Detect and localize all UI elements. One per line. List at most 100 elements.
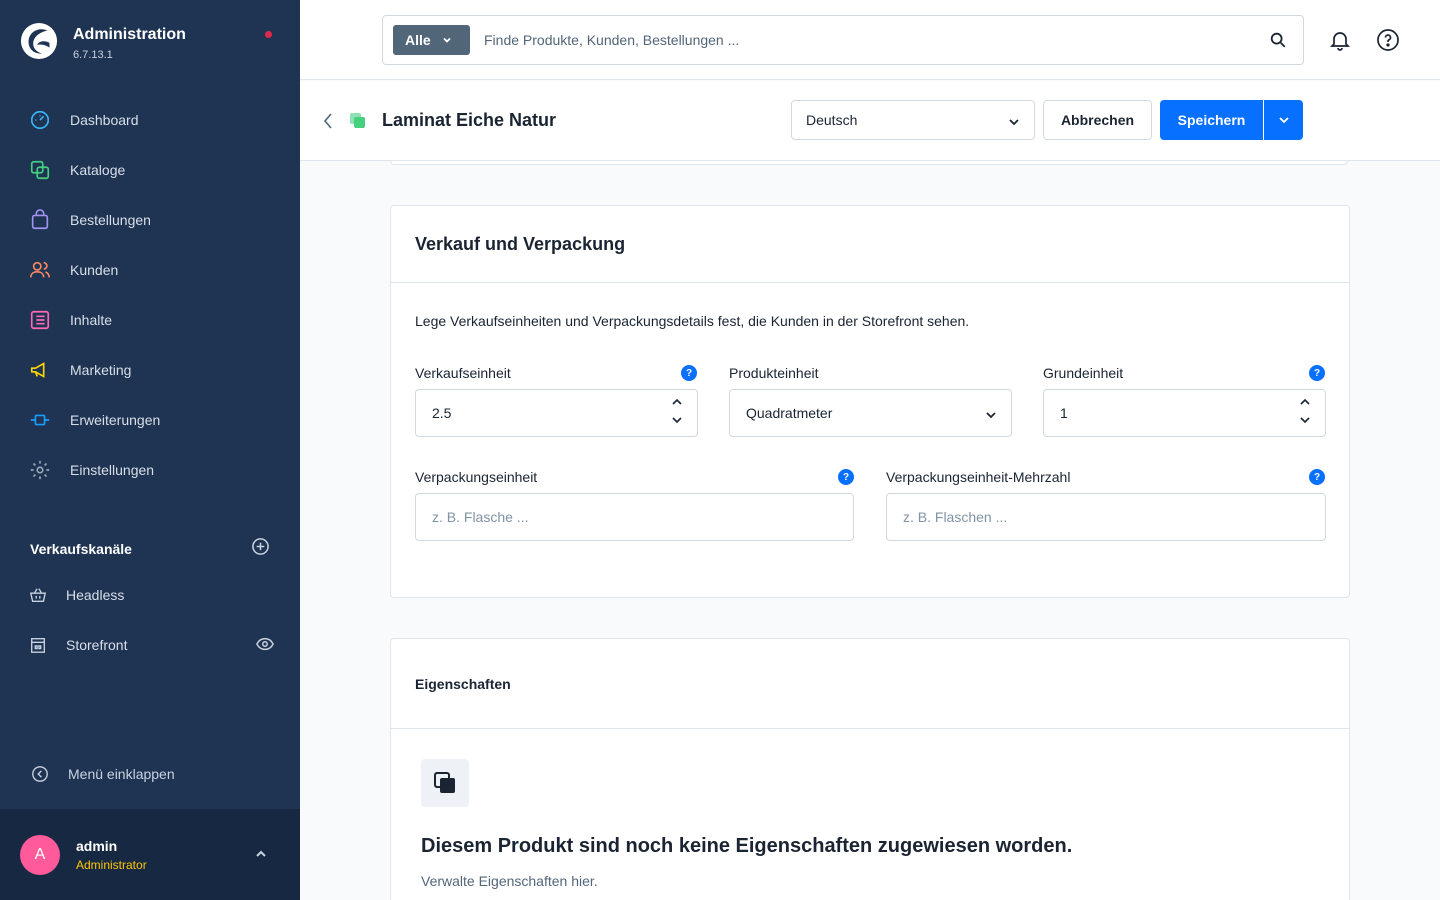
collapse-menu-label: Menü einklappen bbox=[68, 766, 175, 782]
nav-item-orders[interactable]: Bestellungen bbox=[0, 195, 300, 245]
nav-label: Bestellungen bbox=[70, 212, 151, 228]
collapse-menu-button[interactable]: Menü einklappen bbox=[30, 764, 175, 784]
add-sales-channel-icon[interactable] bbox=[251, 537, 270, 561]
user-role: Administrator bbox=[76, 857, 147, 872]
help-icon[interactable]: ? bbox=[1309, 365, 1325, 381]
admin-sidebar: Administration 6.7.13.1 Dashboard Katalo… bbox=[0, 0, 300, 900]
back-icon[interactable] bbox=[322, 112, 334, 135]
purchase-unit-value: 2.5 bbox=[432, 405, 452, 421]
save-button[interactable]: Speichern bbox=[1160, 100, 1263, 140]
card-title: Eigenschaften bbox=[415, 675, 511, 692]
megaphone-icon bbox=[28, 358, 52, 382]
nav-label: Kataloge bbox=[70, 162, 126, 178]
pack-unit-placeholder: z. B. Flasche ... bbox=[432, 509, 529, 525]
packaging-card: Verkauf und Verpackung Lege Verkaufseinh… bbox=[390, 205, 1350, 598]
nav-item-extensions[interactable]: Erweiterungen bbox=[0, 395, 300, 445]
content-icon bbox=[28, 308, 52, 332]
shopping-bag-icon bbox=[28, 208, 52, 232]
pack-unit-label: Verpackungseinheit bbox=[415, 469, 538, 485]
nav-item-customers[interactable]: Kunden bbox=[0, 245, 300, 295]
card-header: Verkauf und Verpackung bbox=[391, 206, 1349, 283]
gauge-icon bbox=[28, 108, 52, 132]
search-icon[interactable] bbox=[1269, 31, 1287, 54]
number-stepper[interactable] bbox=[671, 396, 683, 426]
brand-title: Administration bbox=[73, 26, 186, 43]
sales-channel-storefront[interactable]: Storefront bbox=[28, 633, 274, 657]
search-type-select[interactable]: Alle bbox=[393, 25, 470, 55]
pack-unit-plural-label: Verpackungseinheit-Mehrzahl bbox=[886, 469, 1071, 485]
main-nav: Dashboard Kataloge Bestellungen Kunden I… bbox=[0, 95, 300, 495]
nav-label: Inhalte bbox=[70, 312, 113, 328]
chevron-up-icon[interactable] bbox=[254, 847, 268, 866]
help-icon[interactable] bbox=[1376, 28, 1400, 57]
user-menu[interactable]: A admin Administrator bbox=[0, 809, 300, 900]
nav-item-content[interactable]: Inhalte bbox=[0, 295, 300, 345]
plug-icon bbox=[28, 408, 52, 432]
search-input[interactable] bbox=[484, 32, 1244, 48]
empty-state-subtitle: Verwalte Eigenschaften hier. bbox=[421, 873, 598, 889]
chevron-down-icon bbox=[1278, 117, 1289, 124]
product-icon bbox=[348, 111, 368, 136]
language-value: Deutsch bbox=[806, 112, 858, 128]
brand-version: 6.7.13.1 bbox=[73, 49, 113, 61]
reference-unit-value: 1 bbox=[1060, 405, 1068, 421]
nav-label: Dashboard bbox=[70, 112, 139, 128]
help-icon[interactable]: ? bbox=[838, 469, 854, 485]
sales-channel-label: Headless bbox=[66, 587, 125, 603]
chevron-up-icon[interactable] bbox=[1299, 396, 1311, 408]
sales-channel-headless[interactable]: Headless bbox=[28, 583, 274, 607]
brand[interactable]: Administration 6.7.13.1 bbox=[20, 22, 186, 61]
card-description: Lege Verkaufseinheiten und Verpackungsde… bbox=[415, 313, 970, 329]
sales-channels-title: Verkaufskanäle bbox=[30, 541, 132, 557]
product-unit-value: Quadratmeter bbox=[746, 405, 833, 421]
notification-dot bbox=[265, 31, 272, 38]
global-search: Alle bbox=[382, 15, 1304, 65]
eye-icon[interactable] bbox=[256, 635, 274, 656]
bell-icon[interactable] bbox=[1328, 28, 1352, 57]
chevron-down-icon bbox=[442, 32, 452, 48]
chevron-left-circle-icon bbox=[30, 764, 50, 784]
avatar: A bbox=[20, 834, 60, 875]
top-bar: Alle bbox=[300, 0, 1440, 80]
search-type-label: Alle bbox=[405, 32, 431, 48]
reference-unit-label: Grundeinheit bbox=[1043, 365, 1124, 381]
nav-label: Erweiterungen bbox=[70, 412, 161, 428]
sales-channel-label: Storefront bbox=[66, 637, 128, 653]
product-unit-select[interactable]: Quadratmeter bbox=[729, 389, 1012, 437]
nav-item-catalogues[interactable]: Kataloge bbox=[0, 145, 300, 195]
chevron-down-icon[interactable] bbox=[671, 414, 683, 426]
purchase-unit-field[interactable]: 2.5 bbox=[415, 389, 698, 437]
purchase-unit-label: Verkaufseinheit bbox=[415, 365, 511, 381]
sales-channels-header: Verkaufskanäle bbox=[30, 537, 270, 561]
page-title: Laminat Eiche Natur bbox=[382, 110, 557, 130]
shopware-logo-icon bbox=[20, 22, 58, 60]
cancel-button[interactable]: Abbrechen bbox=[1043, 100, 1152, 140]
basket-icon bbox=[28, 585, 48, 605]
help-icon[interactable]: ? bbox=[681, 365, 697, 381]
card-title: Verkauf und Verpackung bbox=[415, 233, 626, 254]
smart-bar: Laminat Eiche Natur Deutsch Abbrechen Sp… bbox=[300, 81, 1440, 161]
pack-unit-plural-input[interactable]: z. B. Flaschen ... bbox=[886, 493, 1326, 541]
save-options-button[interactable] bbox=[1264, 100, 1303, 140]
product-unit-label: Produkteinheit bbox=[729, 365, 819, 381]
catalogue-icon bbox=[28, 158, 52, 182]
number-stepper[interactable] bbox=[1299, 396, 1311, 426]
nav-label: Marketing bbox=[70, 362, 132, 378]
help-icon[interactable]: ? bbox=[1309, 469, 1325, 485]
nav-item-settings[interactable]: Einstellungen bbox=[0, 445, 300, 495]
chevron-up-icon[interactable] bbox=[671, 396, 683, 408]
users-icon bbox=[28, 258, 52, 282]
pack-unit-plural-placeholder: z. B. Flaschen ... bbox=[903, 509, 1008, 525]
nav-item-dashboard[interactable]: Dashboard bbox=[0, 95, 300, 145]
previous-card-edge bbox=[390, 161, 1348, 165]
nav-item-marketing[interactable]: Marketing bbox=[0, 345, 300, 395]
chevron-down-icon[interactable] bbox=[1299, 414, 1311, 426]
pack-unit-input[interactable]: z. B. Flasche ... bbox=[415, 493, 854, 541]
nav-label: Kunden bbox=[70, 262, 119, 278]
empty-state-title: Diesem Produkt sind noch keine Eigenscha… bbox=[421, 835, 1073, 857]
chevron-down-icon bbox=[985, 408, 997, 424]
reference-unit-field[interactable]: 1 bbox=[1043, 389, 1326, 437]
user-name: admin bbox=[76, 837, 118, 854]
chevron-down-icon bbox=[1008, 115, 1020, 131]
language-select[interactable]: Deutsch bbox=[791, 100, 1035, 140]
